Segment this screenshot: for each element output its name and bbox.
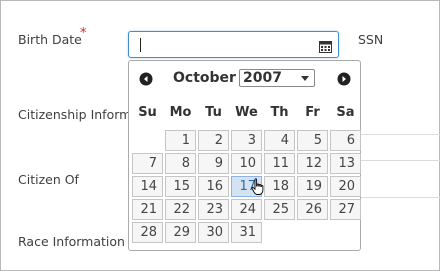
race-section-label: Race Information [18, 234, 125, 249]
day-cell[interactable]: 14 [132, 176, 163, 197]
birth-date-label-text: Birth Date [18, 32, 82, 47]
day-cell[interactable]: 1 [165, 130, 196, 151]
weekday-header: Mo [169, 105, 192, 120]
weekday-header: Fr [305, 105, 320, 120]
day-cell[interactable]: 19 [297, 176, 328, 197]
weekday-header: We [235, 105, 258, 120]
day-cell[interactable]: 6 [330, 130, 361, 151]
year-select[interactable]: 2007 [239, 69, 315, 87]
day-cell[interactable]: 29 [165, 222, 196, 243]
field-border [360, 160, 440, 161]
chevron-left-icon[interactable] [139, 71, 153, 86]
calendar-icon[interactable] [319, 38, 332, 57]
day-cell[interactable]: 11 [264, 153, 295, 174]
ssn-label: SSN [358, 32, 384, 47]
month-label: October [173, 70, 236, 86]
day-cell[interactable]: 13 [330, 153, 361, 174]
chevron-right-icon[interactable] [337, 71, 351, 86]
day-cell[interactable]: 8 [165, 153, 196, 174]
day-cell[interactable]: 27 [330, 199, 361, 220]
birth-date-input[interactable] [128, 31, 339, 58]
day-cell[interactable]: 24 [231, 199, 262, 220]
datepicker-popup: October 2007 Su Mo Tu We Th Fr Sa 1 2 3 4 5 6 7 8 9 10 1… [128, 60, 361, 251]
day-cell[interactable]: 15 [165, 176, 196, 197]
day-cell[interactable]: 3 [231, 130, 262, 151]
text-caret [140, 38, 141, 52]
day-cell[interactable]: 5 [297, 130, 328, 151]
divider [360, 134, 440, 135]
hand-cursor-icon [251, 178, 265, 200]
datepicker-header: October 2007 [129, 61, 360, 95]
day-cell[interactable]: 26 [297, 199, 328, 220]
citizen-of-label: Citizen Of [18, 172, 79, 187]
day-cell[interactable]: 30 [198, 222, 229, 243]
birth-date-label: Birth Date * [18, 26, 87, 47]
weekday-header: Su [138, 105, 157, 120]
day-cell[interactable]: 22 [165, 199, 196, 220]
day-cell[interactable]: 7 [132, 153, 163, 174]
weekday-header: Th [270, 105, 289, 120]
day-cell[interactable]: 18 [264, 176, 295, 197]
weekday-header: Tu [205, 105, 222, 120]
day-cell[interactable]: 4 [264, 130, 295, 151]
required-marker: * [80, 26, 87, 41]
day-cell[interactable]: 20 [330, 176, 361, 197]
field-border [360, 197, 440, 198]
day-cell[interactable]: 2 [198, 130, 229, 151]
day-cell[interactable]: 21 [132, 199, 163, 220]
day-cell[interactable]: 31 [231, 222, 262, 243]
day-cell[interactable]: 16 [198, 176, 229, 197]
dropdown-arrow-icon [301, 76, 309, 81]
day-cell[interactable]: 23 [198, 199, 229, 220]
day-cell[interactable]: 28 [132, 222, 163, 243]
weekday-header: Sa [336, 105, 355, 120]
day-cell[interactable]: 25 [264, 199, 295, 220]
year-value: 2007 [243, 70, 282, 86]
citizenship-section-label: Citizenship Inform [18, 107, 132, 122]
day-cell[interactable]: 12 [297, 153, 328, 174]
day-cell[interactable]: 9 [198, 153, 229, 174]
day-cell[interactable]: 10 [231, 153, 262, 174]
